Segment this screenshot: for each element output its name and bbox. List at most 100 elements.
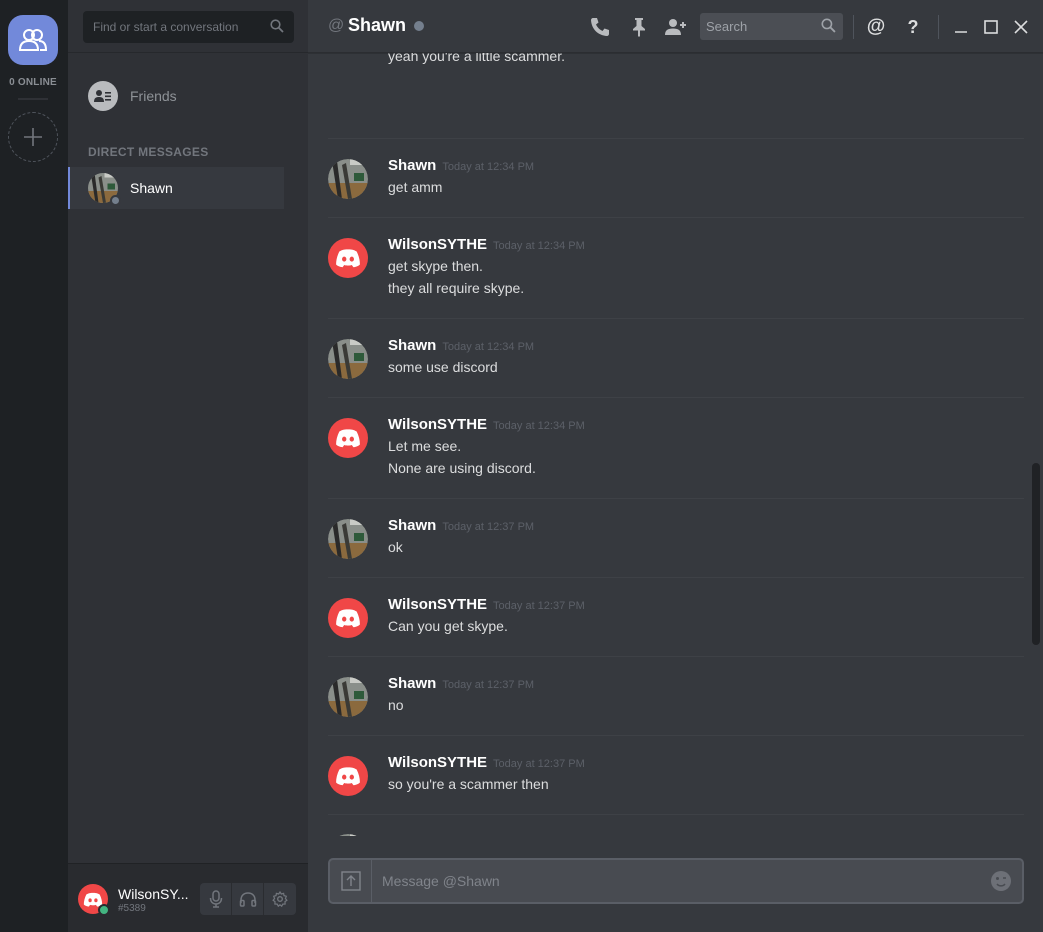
message-author[interactable]: WilsonSYTHE Today at 12:34 PM [388,236,585,253]
toolbar-divider [853,15,854,39]
find-conversation-input[interactable]: Find or start a conversation [83,11,294,43]
message-group: Shawn Today at 12:37 PM no [328,657,1024,736]
dm-name: Shawn [130,180,173,196]
friends-home-icon [18,29,48,51]
user-settings-button[interactable] [264,883,296,915]
message-author[interactable]: Shawn Today at 12:34 PM [388,157,534,174]
avatar[interactable] [328,339,368,379]
author-name[interactable]: WilsonSYTHE [388,236,487,253]
message-text: they all require skype. [388,280,525,296]
avatar [88,173,121,206]
author-name[interactable]: WilsonSYTHE [388,596,487,613]
message-author[interactable]: WilsonSYTHE Today at 12:37 PM [388,596,585,613]
message-timestamp: Today at 12:34 PM [493,240,585,252]
user-discriminator: #5389 [118,903,146,914]
upload-button[interactable] [330,860,372,902]
call-button[interactable] [588,15,612,39]
message-author[interactable]: WilsonSYTHE Today at 12:37 PM [388,754,585,771]
friends-icon [88,81,118,111]
message-timestamp: Today at 12:34 PM [493,420,585,432]
at-symbol: @ [328,17,345,34]
message-timestamp: Today at 12:37 PM [493,600,585,612]
help-button[interactable]: ? [901,15,925,39]
author-name[interactable]: Shawn [388,675,436,692]
maximize-icon [984,20,998,34]
chat-header: @ Shawn Search @ ? [308,0,1043,53]
server-rail: 0 ONLINE [0,0,68,932]
author-name[interactable]: Shawn [388,337,436,354]
message-text: Let me see. [388,438,462,454]
add-user-icon [665,19,686,35]
message-group: i'll find the MM and paty for the fee'sp… [328,53,1024,139]
author-name[interactable]: WilsonSYTHE [388,416,487,433]
toolbar-divider [938,15,939,39]
minimize-icon [955,31,967,33]
message-author[interactable]: Shawn Today at 12:34 PM [388,337,534,354]
find-conversation-placeholder: Find or start a conversation [93,20,239,34]
plus-icon [24,128,42,146]
message-group: WilsonSYTHE Today at 12:34 PM Let me see. N… [328,398,1024,499]
message-text: get amm [388,179,443,195]
channel-title: Shawn [348,15,407,35]
author-name[interactable]: Shawn [388,157,436,174]
avatar[interactable] [328,756,368,796]
emoji-icon [991,871,1011,891]
minimize-window-button[interactable] [949,15,973,39]
search-placeholder: Search [706,19,748,34]
avatar[interactable] [328,519,368,559]
author-name[interactable]: WilsonSYTHE [388,754,487,771]
user-controls [200,883,296,915]
message-group: WilsonSYTHE Today at 12:37 PM Can you get … [328,578,1024,657]
message-timestamp: Today at 12:37 PM [493,758,585,770]
dm-item-shawn[interactable]: Shawn [68,167,284,209]
search-messages-input[interactable]: Search [700,13,843,40]
help-icon: ? [907,16,919,37]
discord-logo-icon [336,767,360,786]
add-friend-to-dm-button[interactable] [664,15,688,39]
avatar[interactable] [328,159,368,199]
close-window-button[interactable] [1009,15,1033,39]
search-icon [821,18,836,33]
close-icon [1014,20,1028,34]
home-button[interactable] [8,15,58,65]
avatar[interactable] [328,677,368,717]
status-indicator [110,195,121,206]
add-server-button[interactable] [8,112,58,162]
rail-separator [18,98,48,100]
message-timestamp: Today at 12:34 PM [442,341,535,353]
discord-logo-icon [336,429,360,448]
friends-label: Friends [130,88,177,104]
author-name[interactable]: Shawn [388,517,436,534]
message-group: Shawn Today at 12:34 PM get amm [328,139,1024,218]
avatar[interactable] [78,884,110,916]
message-input-placeholder: Message @Shawn [382,873,500,889]
message-text: yeah you're a little scammer. [388,53,565,64]
message-author[interactable]: Shawn Today at 12:37 PM [388,675,534,692]
pinned-messages-button[interactable] [627,15,651,39]
message-scrollbar[interactable] [1032,463,1040,645]
message-text: no [388,697,404,713]
avatar[interactable] [328,238,368,278]
direct-messages-header: DIRECT MESSAGES [88,145,209,159]
emoji-picker-button[interactable] [990,870,1012,897]
message-author[interactable]: WilsonSYTHE Today at 12:34 PM [388,416,585,433]
deafen-button[interactable] [232,883,264,915]
mentions-button[interactable]: @ [864,15,888,39]
mute-button[interactable] [200,883,232,915]
recipient-status-indicator [414,21,424,31]
message-list[interactable]: i'll find the MM and paty for the fee'sp… [328,53,1024,836]
avatar[interactable] [328,598,368,638]
headphones-icon [239,892,256,907]
message-text: ok [388,539,403,555]
friends-nav-item[interactable]: Friends [76,76,300,116]
user-panel: WilsonSY... #5389 [68,863,308,932]
message-author[interactable]: Shawn Today at 12:37 PM [388,517,534,534]
gear-icon [272,891,288,907]
avatar[interactable] [328,834,368,836]
message-text: None are using discord. [388,460,536,476]
avatar[interactable] [328,418,368,458]
search-icon [270,19,284,33]
microphone-icon [209,890,222,908]
message-composer[interactable]: Message @Shawn [328,858,1024,904]
maximize-window-button[interactable] [979,15,1003,39]
